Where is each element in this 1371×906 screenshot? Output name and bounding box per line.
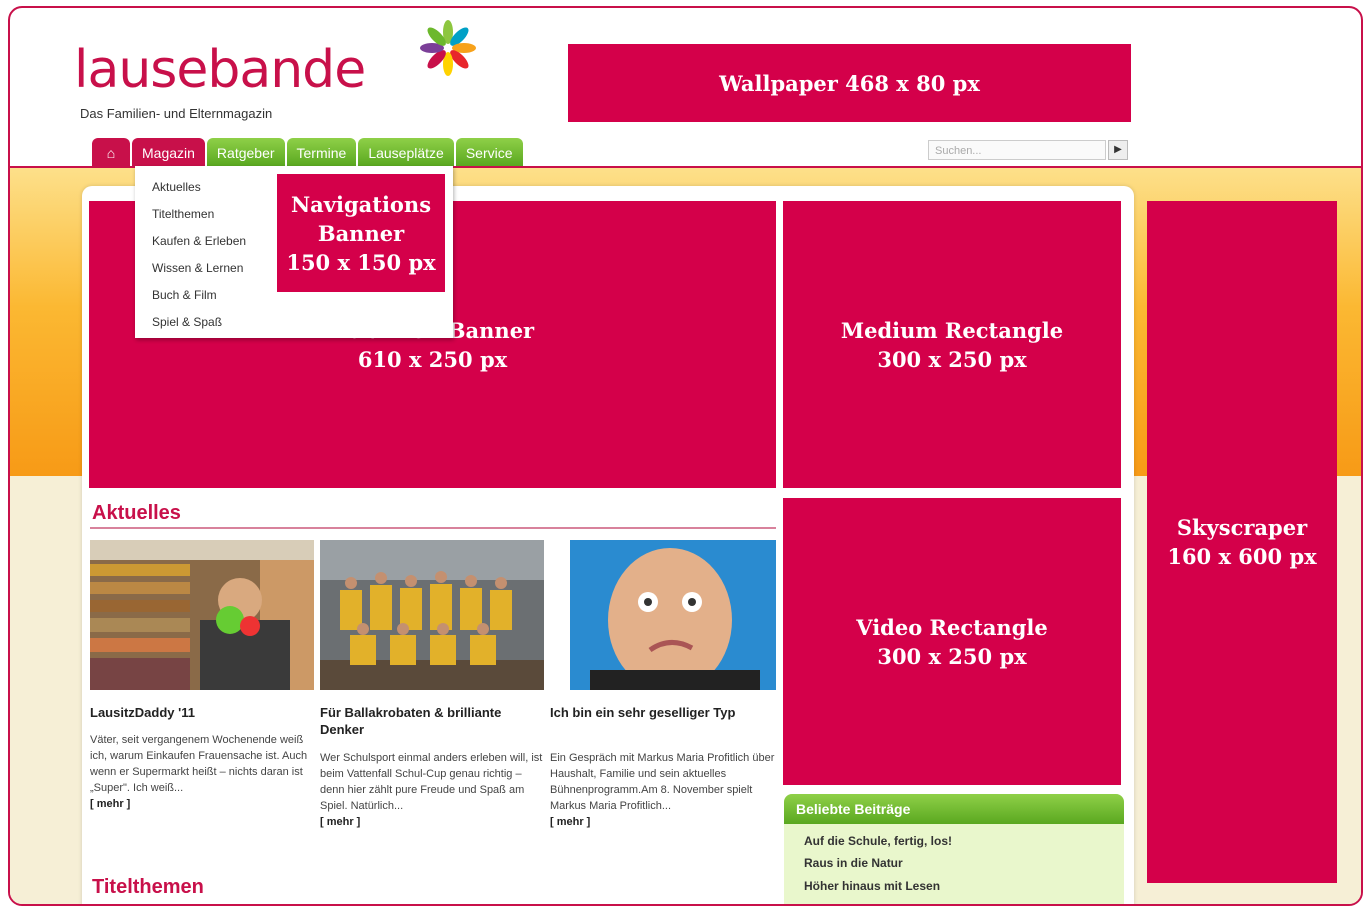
popular-posts-box: Beliebte Beiträge Auf die Schule, fertig… [784,794,1124,904]
nav-tab-service[interactable]: Service [455,138,523,166]
article-teaser-1: Väter, seit vergangenem Wochenende weiß … [90,732,316,812]
magazin-dropdown-menu: Aktuelles Titelthemen Kaufen & Erleben W… [135,166,453,338]
site-logo[interactable]: lausebande [74,44,366,96]
search-input[interactable]: Suchen... [928,140,1106,160]
dropdown-item-spiel-spass[interactable]: Spiel & Spaß [152,315,222,329]
nav-tab-lauseplaetze[interactable]: Lauseplätze [358,138,454,166]
skyscraper-ad-title: Skyscraper [1176,515,1308,540]
navigations-ad-size: 150 x 150 px [286,249,436,275]
flower-logo-icon [420,20,476,76]
section-title-titelthemen[interactable]: Titelthemen [92,876,204,899]
navigations-banner-ad[interactable]: Navigations Banner 150 x 150 px [277,174,445,292]
article-teaser-text-3: Ein Gespräch mit Markus Maria Profitlich… [550,752,775,812]
medium-rectangle-ad[interactable]: Medium Rectangle 300 x 250 px [783,201,1121,488]
nav-home-tab[interactable]: ⌂ [92,138,130,166]
dropdown-item-buch-film[interactable]: Buch & Film [152,288,217,302]
nav-tab-ratgeber[interactable]: Ratgeber [206,138,285,166]
video-ad-size: 300 x 250 px [877,643,1027,669]
dropdown-item-titelthemen[interactable]: Titelthemen [152,207,214,221]
video-ad-title: Video Rectangle [856,614,1048,640]
article-teaser-text-1: Väter, seit vergangenem Wochenende weiß … [90,734,308,794]
article-image-portrait[interactable] [570,540,776,690]
rubriken-ad-size: 610 x 250 px [357,346,508,372]
dropdown-item-kaufen[interactable]: Kaufen & Erleben [152,234,246,248]
medium-ad-title: Medium Rectangle [840,317,1064,343]
video-rectangle-ad[interactable]: Video Rectangle 300 x 250 px [783,498,1121,785]
dropdown-item-wissen[interactable]: Wissen & Lernen [152,261,243,275]
home-icon: ⌂ [106,145,116,161]
section-title-aktuelles[interactable]: Aktuelles [92,502,181,525]
article-title-3[interactable]: Ich bin ein sehr geselliger Typ [550,704,770,721]
navigations-ad-line2: Banner [317,220,405,246]
nav-tab-magazin[interactable]: Magazin [132,138,205,166]
popular-post-link-3[interactable]: Höher hinaus mit Lesen [804,879,940,893]
article-teaser-text-2: Wer Schulsport einmal anders erleben wil… [320,752,543,812]
popular-post-link-1[interactable]: Auf die Schule, fertig, los! [804,834,952,848]
wallpaper-ad[interactable]: Wallpaper 468 x 80 px [568,44,1131,122]
article-teaser-3: Ein Gespräch mit Markus Maria Profitlich… [550,750,776,830]
article-image-supermarket[interactable] [90,540,314,690]
skyscraper-ad-size: 160 x 600 px [1167,544,1317,569]
article-title-2[interactable]: Für Ballakrobaten & brilliante Denker [320,704,540,738]
article-title-1[interactable]: LausitzDaddy '11 [90,704,310,721]
nav-tab-termine[interactable]: Termine [286,138,357,166]
article-more-link-1[interactable]: [ mehr ] [90,798,130,810]
dropdown-item-aktuelles[interactable]: Aktuelles [152,180,201,194]
article-image-basketball-team[interactable] [320,540,544,690]
site-tagline: Das Familien- und Elternmagazin [80,106,273,121]
popular-posts-title: Beliebte Beiträge [784,794,1124,824]
section-divider [90,527,776,529]
wallpaper-ad-label: Wallpaper 468 x 80 px [719,70,980,96]
main-navigation: ⌂ Magazin Ratgeber Termine Lauseplätze S… [92,138,523,166]
article-teaser-2: Wer Schulsport einmal anders erleben wil… [320,750,546,830]
medium-ad-size: 300 x 250 px [877,346,1027,372]
play-arrow-icon: ▶ [1114,144,1122,155]
article-more-link-2[interactable]: [ mehr ] [320,816,360,828]
navigations-ad-line1: Navigations [290,191,432,217]
popular-post-link-2[interactable]: Raus in die Natur [804,856,903,870]
search-submit-button[interactable]: ▶ [1108,140,1128,160]
article-more-link-3[interactable]: [ mehr ] [550,816,590,828]
skyscraper-ad[interactable]: Skyscraper 160 x 600 px [1147,201,1337,883]
